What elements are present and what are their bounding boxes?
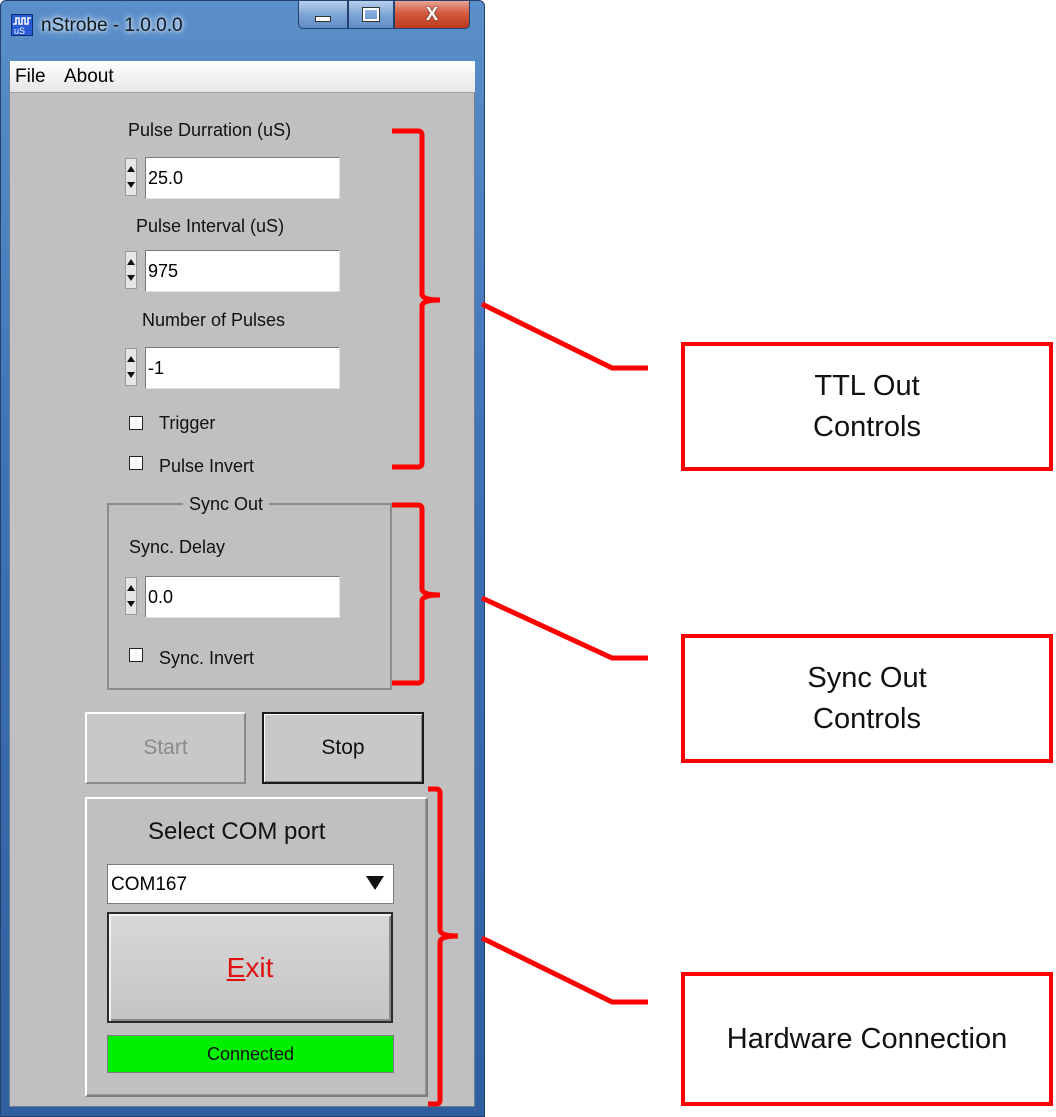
sync-bracket <box>392 502 441 686</box>
sync-out-callout: Sync Out Controls <box>681 634 1053 763</box>
ttl-leader-line <box>480 301 648 371</box>
sync-leader-line <box>480 595 648 661</box>
annotation-overlay <box>392 128 648 1107</box>
hardware-connection-callout: Hardware Connection <box>681 972 1053 1106</box>
ttl-bracket <box>392 128 441 470</box>
hardware-leader-line <box>480 935 648 1005</box>
ttl-out-callout: TTL Out Controls <box>681 342 1053 471</box>
hardware-bracket <box>428 786 459 1107</box>
